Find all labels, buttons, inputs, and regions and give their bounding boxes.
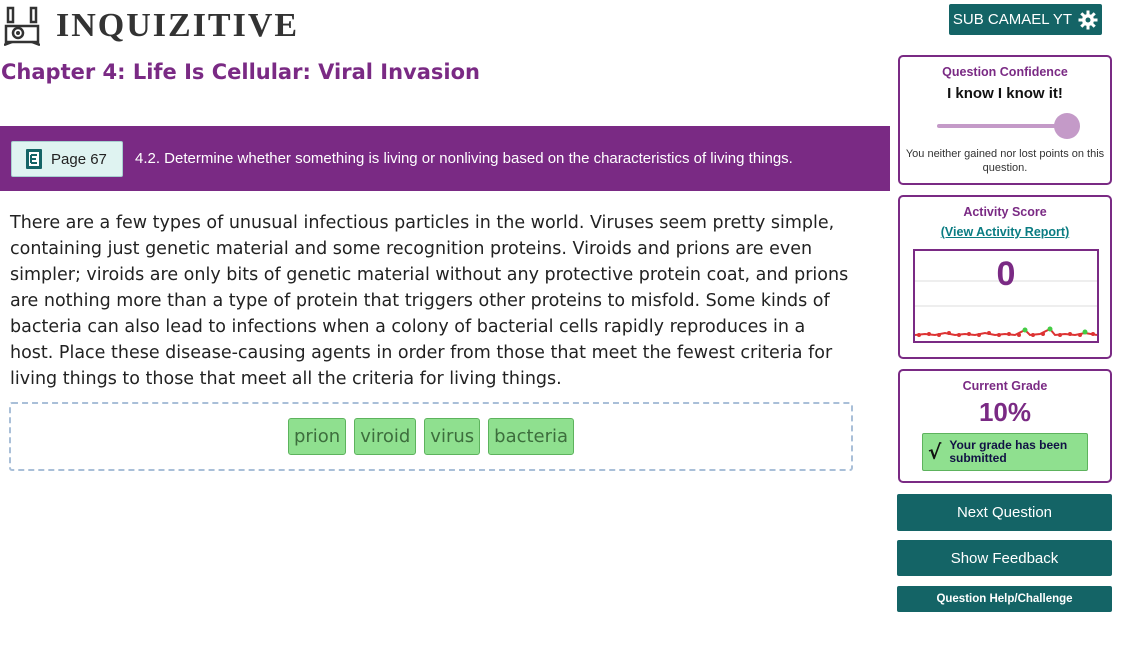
activity-score-value: 0 [996,255,1016,293]
app-logo: INQUIZITIVE [4,6,299,46]
grade-value: 10% [978,397,1032,427]
activity-score-panel: Activity Score (View Activity Report) 0 [898,195,1112,359]
user-menu-button[interactable]: SUB CAMAEL YT [949,4,1102,35]
question-help-button[interactable]: Question Help/Challenge [897,586,1112,612]
confidence-note: You neither gained nor lost points on th… [905,148,1105,174]
answer-chip-viroid[interactable]: viroid [354,418,417,455]
answer-drop-zone[interactable]: prion viroid virus bacteria [9,402,853,471]
ebook-page-button[interactable]: Page 67 [11,141,123,177]
gear-icon [1078,10,1098,29]
page-label: Page 67 [51,150,107,168]
confidence-title: Question Confidence [942,65,1068,79]
answer-chip-virus[interactable]: virus [424,418,481,455]
grade-submitted-badge: √ Your grade has been submitted [922,433,1088,471]
show-feedback-button[interactable]: Show Feedback [897,540,1112,576]
activity-title: Activity Score [963,205,1047,219]
grade-title: Current Grade [962,379,1048,393]
checkmark-icon: √ [928,440,942,464]
confidence-slider-thumb[interactable] [1054,113,1080,139]
user-name: SUB CAMAEL YT [952,11,1073,28]
confidence-value: I know I know it! [947,85,1063,102]
logo-icon [4,6,40,46]
next-question-button[interactable]: Next Question [897,494,1112,531]
submitted-text: Your grade has been submitted [949,438,1068,465]
ebook-icon [26,149,42,169]
question-text: There are a few types of unusual infecti… [10,213,849,389]
answer-chip-bacteria[interactable]: bacteria [488,418,575,455]
learning-objective: 4.2. Determine whether something is livi… [135,150,793,167]
confidence-slider-track[interactable] [937,124,1067,128]
chapter-title: Chapter 4: Life Is Cellular: Viral Invas… [1,60,480,84]
confidence-panel: Question Confidence I know I know it! Yo… [898,55,1112,185]
current-grade-panel: Current Grade 10% √ Your grade has been … [898,369,1112,483]
activity-graph: 0 [913,249,1099,343]
answer-chip-prion[interactable]: prion [287,418,347,455]
view-activity-report-link[interactable]: (View Activity Report) [900,225,1110,239]
logo-text: INQUIZITIVE [56,7,300,44]
